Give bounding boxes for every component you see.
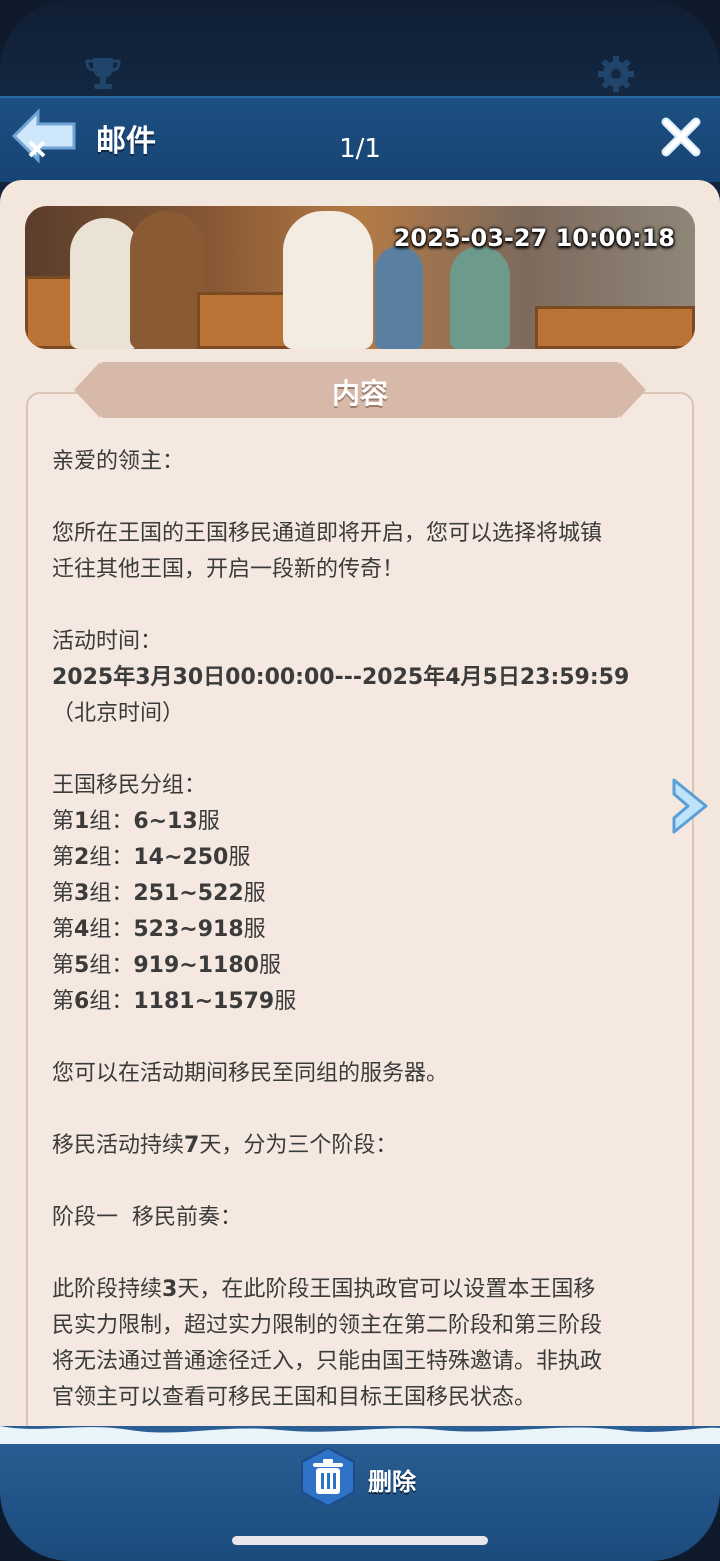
mail-banner-image: 2025-03-27 10:00:18: [25, 206, 695, 349]
page-title: 邮件: [96, 124, 156, 159]
mail-body-text: 亲爱的领主： 您所在王国的王国移民通道即将开启，您可以选择将城镇 迁往其他王国，…: [52, 444, 672, 1416]
time-zone: （北京时间）: [52, 701, 185, 726]
intro-line: 迁往其他王国，开启一段新的传奇！: [52, 557, 405, 582]
close-icon[interactable]: [660, 116, 702, 158]
time-label: 活动时间：: [52, 629, 163, 654]
groups-label: 王国移民分组：: [52, 773, 207, 798]
stage1-line: 将无法通过普通途径迁入，只能由国王特殊邀请。非执政: [52, 1349, 603, 1374]
next-page-arrow-icon[interactable]: [668, 776, 712, 836]
group-row: 第6组：1181~1579服: [52, 989, 297, 1014]
group-row: 第5组：919~1180服: [52, 953, 281, 978]
same-group-note: 您可以在活动期间移民至同组的服务器。: [52, 1061, 449, 1086]
trash-icon: [301, 1446, 355, 1508]
delete-button[interactable]: 删除: [298, 1446, 448, 1508]
stage1-line: 此阶段持续3天，在此阶段王国执政官可以设置本王国移: [52, 1277, 596, 1302]
content-section-title: 内容: [331, 377, 388, 410]
delete-label: 删除: [368, 1468, 416, 1496]
group-row: 第1组：6~13服: [52, 809, 220, 834]
stage1-line: 官领主可以查看可移民王国和目标王国移民状态。: [52, 1385, 537, 1410]
home-indicator[interactable]: [232, 1536, 488, 1545]
greeting: 亲爱的领主：: [52, 449, 185, 474]
time-range: 2025年3月30日00:00:00---2025年4月5日23:59:59: [52, 665, 630, 690]
group-row: 第4组：523~918服: [52, 917, 266, 942]
duration-line: 移民活动持续7天，分为三个阶段：: [52, 1133, 398, 1158]
group-row: 第3组：251~522服: [52, 881, 266, 906]
group-row: 第2组：14~250服: [52, 845, 251, 870]
gear-icon[interactable]: [597, 55, 635, 93]
stage1-line: 民实力限制，超过实力限制的领主在第二阶段和第三阶段: [52, 1313, 603, 1338]
intro-line: 您所在王国的王国移民通道即将开启，您可以选择将城镇: [52, 521, 603, 546]
back-arrow-icon[interactable]: [10, 108, 78, 166]
trophy-icon[interactable]: [84, 56, 122, 90]
game-screen: 邮件 1/1 2025-03-27 10:00:18 内容 亲爱的领主： 您所在…: [0, 0, 720, 1561]
mail-datetime: 2025-03-27 10:00:18: [393, 224, 675, 252]
snow-decoration: [0, 1426, 720, 1444]
stage1-title: 阶段一 移民前奏：: [52, 1205, 242, 1230]
page-counter: 1/1: [339, 134, 381, 164]
